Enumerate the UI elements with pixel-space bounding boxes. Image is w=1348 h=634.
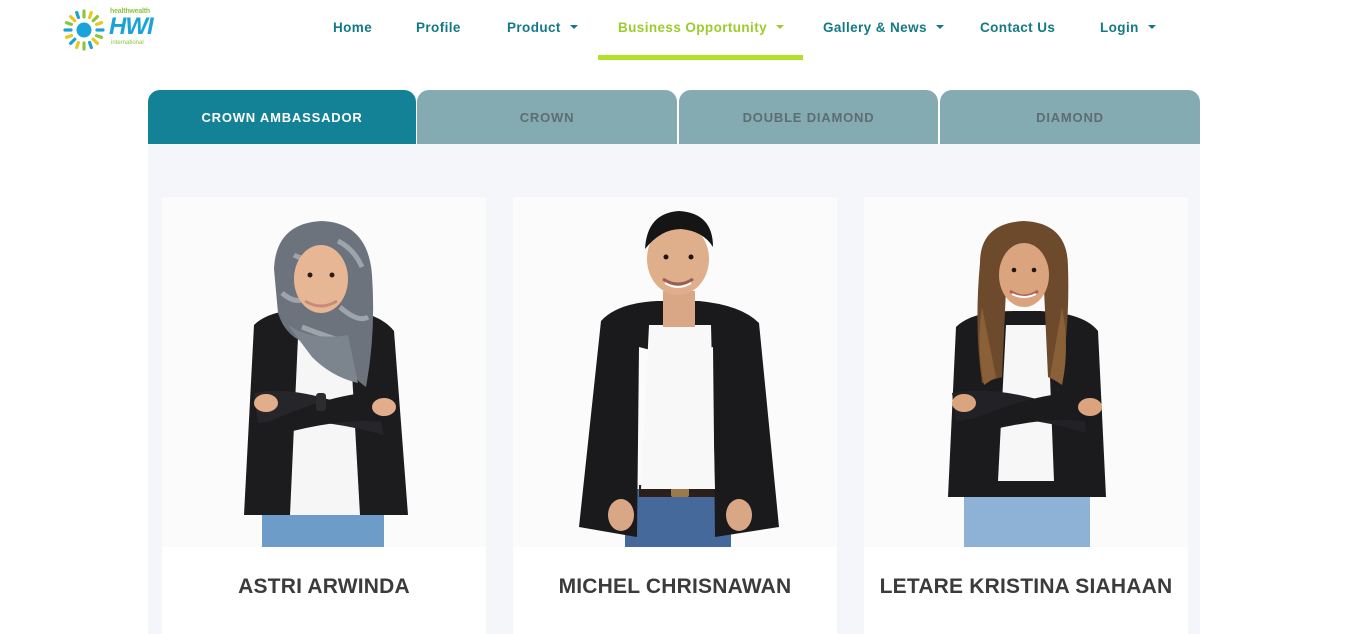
nav-home[interactable]: Home	[333, 0, 372, 54]
member-photo	[864, 197, 1188, 547]
member-photo	[162, 197, 486, 547]
tab-crown-ambassador[interactable]: CROWN AMBASSADOR	[148, 90, 416, 144]
nav-business-opportunity-label: Business Opportunity	[618, 19, 768, 35]
tab-diamond[interactable]: DIAMOND	[940, 90, 1200, 144]
caret-down-icon	[935, 25, 944, 29]
nav-active-indicator	[598, 55, 803, 60]
member-name: ASTRI ARWINDA	[238, 575, 410, 598]
tab-diamond-label: DIAMOND	[1036, 109, 1104, 125]
member-card[interactable]: MICHEL CHRISNAWAN	[513, 197, 837, 634]
nav-profile[interactable]: Profile	[416, 0, 461, 54]
nav-gallery-news[interactable]: Gallery & News	[823, 0, 944, 54]
nav-login-label: Login	[1100, 19, 1139, 35]
member-card[interactable]: ASTRI ARWINDA	[162, 197, 486, 634]
member-name: LETARE KRISTINA SIAHAAN	[879, 575, 1173, 598]
tab-crown-label: CROWN	[519, 109, 575, 125]
nav-product[interactable]: Product	[507, 0, 578, 54]
tab-crown[interactable]: CROWN	[417, 90, 677, 144]
member-card[interactable]: LETARE KRISTINA SIAHAAN	[864, 197, 1188, 634]
main-nav: Home Profile Product Business Opportunit…	[0, 0, 1348, 62]
member-photo	[513, 197, 837, 547]
nav-business-opportunity[interactable]: Business Opportunity	[618, 0, 785, 54]
tab-double-diamond[interactable]: DOUBLE DIAMOND	[679, 90, 938, 144]
caret-down-icon	[569, 25, 578, 29]
caret-down-icon	[1147, 25, 1156, 29]
caret-down-icon	[776, 25, 785, 29]
member-name: MICHEL CHRISNAWAN	[558, 575, 792, 598]
tab-crown-ambassador-label: CROWN AMBASSADOR	[201, 109, 363, 125]
nav-contact-us[interactable]: Contact Us	[980, 0, 1055, 54]
nav-contact-us-label: Contact Us	[980, 19, 1056, 35]
nav-login[interactable]: Login	[1100, 0, 1156, 54]
nav-gallery-news-label: Gallery & News	[823, 19, 927, 35]
nav-home-label: Home	[333, 19, 373, 35]
nav-profile-label: Profile	[416, 19, 461, 35]
tab-double-diamond-label: DOUBLE DIAMOND	[742, 109, 875, 125]
site-header: healthwealth HWI international Home Prof…	[0, 0, 1348, 62]
nav-product-label: Product	[507, 19, 561, 35]
